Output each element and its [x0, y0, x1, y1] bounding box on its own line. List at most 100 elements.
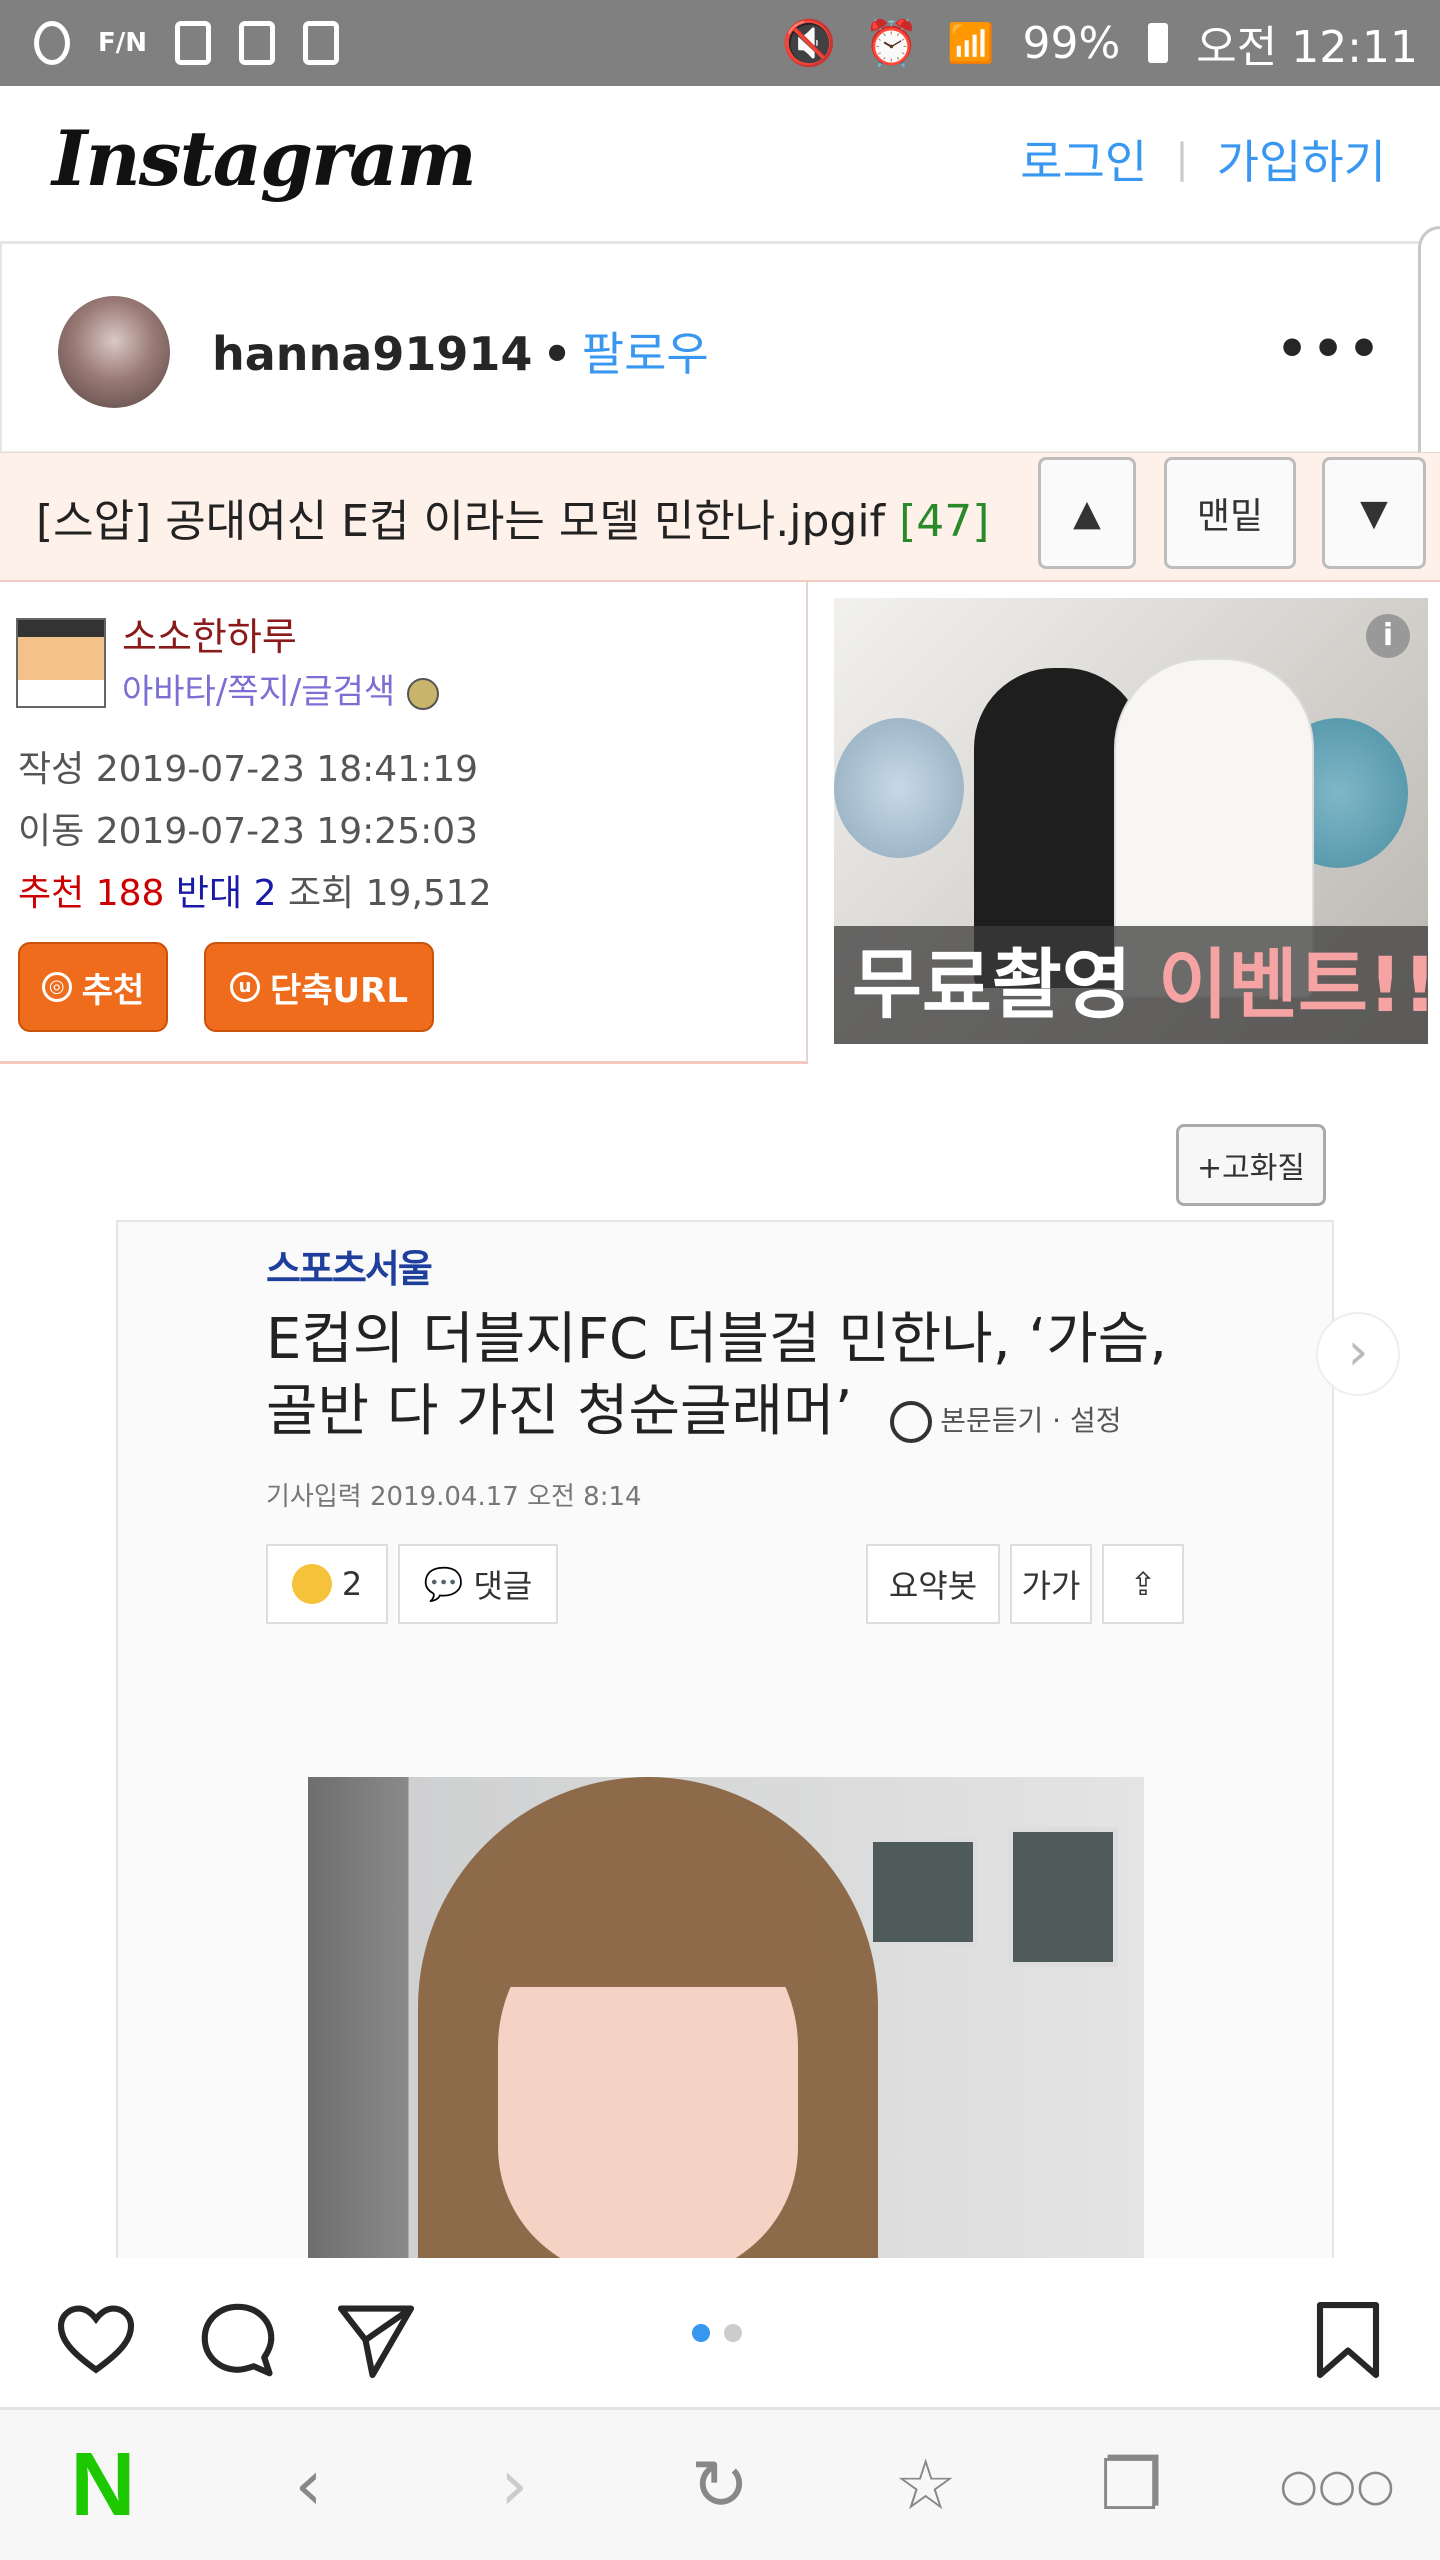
comment-chip-label: 댓글 [473, 1567, 533, 1605]
article-date: 기사입력 2019.04.17 오전 8:14 [266, 1482, 642, 1512]
oppose-count: 2 [253, 873, 277, 914]
listen-control: 본문듣기 · 설정 [890, 1401, 1122, 1443]
author-pixel-avatar [16, 618, 106, 708]
short-url-button-label: 단축URL [269, 970, 408, 1011]
listen-label: 본문듣기 · 설정 [940, 1404, 1122, 1437]
stats-row: 추천 188 반대 2 조회 19,512 [18, 864, 492, 916]
battery-percent: 99% [1022, 17, 1121, 69]
post-title: [스압] 공대여신 E컵 이라는 모델 민한나.jpgif [47] [36, 485, 989, 549]
written-date: 2019-07-23 18:41:19 [95, 749, 479, 790]
recommend-label: 추천 [18, 873, 85, 914]
carousel-dot [724, 2324, 742, 2342]
more-menu-icon[interactable]: ○○○ [1279, 2440, 1394, 2530]
instagram-header: Instagram 로그인 | 가입하기 [0, 86, 1440, 244]
login-link[interactable]: 로그인 [1020, 126, 1147, 192]
moved-date: 2019-07-23 19:25:03 [95, 811, 479, 852]
more-options-icon[interactable]: ••• [1276, 320, 1384, 378]
gallery-icon [175, 21, 212, 65]
heart-icon[interactable] [54, 2298, 138, 2382]
clock: 오전 12:11 [1196, 22, 1418, 73]
alarm-icon: ⏰ [864, 18, 920, 69]
recommend-button-label: 추천 [81, 970, 145, 1011]
views-label: 조회 [287, 873, 355, 914]
naver-home-icon[interactable]: N [58, 2435, 148, 2535]
oppose-label: 반대 [175, 873, 243, 914]
moved-date-row: 이동 2019-07-23 19:25:03 [18, 802, 478, 854]
author-links-text[interactable]: 아바타/쪽지/글검색 [122, 672, 395, 712]
article-photo [308, 1777, 1144, 2258]
reaction-count: 2 [341, 1565, 363, 1603]
fn-icon: F/N [98, 28, 148, 58]
post-author: hanna91914 • 팔로우 [212, 318, 709, 384]
speaker-icon [890, 1401, 933, 1443]
recommend-button[interactable]: ◎ 추천 [18, 942, 168, 1032]
written-date-row: 작성 2019-07-23 18:41:19 [18, 740, 478, 792]
share-send-icon[interactable] [334, 2298, 418, 2382]
ad-caption: 무료촬영 이벤트!! [834, 926, 1428, 1044]
level-badge-icon [407, 677, 440, 710]
article-image: 스포츠서울 E컵의 더블지FC 더블걸 민한나, ‘가슴, 골반 다 가진 청순… [116, 1220, 1334, 2260]
app-icon [34, 21, 70, 65]
battery-icon [1148, 23, 1169, 63]
post-header: hanna91914 • 팔로우 ••• [0, 244, 1420, 452]
post-title-text: [스압] 공대여신 E컵 이라는 모델 민한나.jpgif [36, 496, 886, 547]
carousel-indicator [692, 2324, 742, 2342]
author-info-panel: 소소한하루 아바타/쪽지/글검색 작성 2019-07-23 18:41:19 … [0, 582, 808, 1064]
separator-dot: • [542, 327, 572, 381]
forward-icon[interactable]: › [469, 2440, 559, 2530]
views-count: 19,512 [365, 873, 492, 914]
photo-window [868, 1837, 978, 1947]
url-circle-icon: u [229, 972, 260, 1002]
tablet-icon [239, 21, 276, 65]
short-url-button[interactable]: u 단축URL [204, 942, 434, 1032]
comment-chip: 💬 댓글 [398, 1544, 558, 1624]
board-title-bar: [스압] 공대여신 E컵 이라는 모델 민한나.jpgif [47] ▲ 맨밑 … [0, 452, 1440, 582]
article-headline: E컵의 더블지FC 더블걸 민한나, ‘가슴, 골반 다 가진 청순글래머’ 본… [266, 1304, 1186, 1457]
browser-toolbar: N ‹ › ↻ ☆ ❐ ○○○ [0, 2410, 1440, 2560]
mute-icon: 🔇 [781, 18, 837, 69]
ad-flowers-left [834, 718, 964, 858]
scroll-bottom-button[interactable]: 맨밑 [1164, 457, 1296, 569]
scroll-up-button[interactable]: ▲ [1038, 457, 1136, 569]
avatar[interactable] [58, 296, 170, 408]
written-label: 작성 [18, 749, 85, 790]
photo-window [1008, 1827, 1118, 1967]
recommend-circle-icon: ◎ [41, 972, 72, 1002]
post-actions [0, 2258, 1440, 2410]
carousel-next-icon[interactable]: › [1316, 1312, 1400, 1396]
follow-button[interactable]: 팔로우 [582, 327, 709, 381]
wedding-ad-banner[interactable]: i 무료촬영 이벤트!! [834, 598, 1428, 1044]
back-icon[interactable]: ‹ [264, 2440, 354, 2530]
comment-count[interactable]: [47] [899, 496, 989, 547]
instagram-logo[interactable]: Instagram [52, 114, 477, 203]
tabs-icon[interactable]: ❐ [1086, 2440, 1176, 2530]
moved-label: 이동 [18, 811, 85, 852]
scroll-down-button[interactable]: ▼ [1322, 457, 1426, 569]
sim-icon [303, 21, 340, 65]
refresh-icon[interactable]: ↻ [675, 2440, 765, 2530]
font-size-chip: 가가 [1010, 1544, 1092, 1624]
username-link[interactable]: hanna91914 [212, 327, 532, 381]
ad-caption-white: 무료촬영 [852, 940, 1132, 1029]
article-brand: 스포츠서울 [266, 1247, 433, 1291]
ad-caption-pink: 이벤트!! [1158, 940, 1428, 1029]
smile-emoji-icon [291, 1564, 332, 1604]
author-links[interactable]: 아바타/쪽지/글검색 [122, 664, 440, 713]
reaction-chip: 2 [266, 1544, 388, 1624]
divider: | [1175, 136, 1189, 182]
wifi-icon: 📶 [947, 20, 995, 65]
status-bar: F/N 🔇 ⏰ 📶 99% 오전 12:11 [0, 0, 1440, 86]
signup-link[interactable]: 가입하기 [1217, 126, 1386, 192]
author-nickname[interactable]: 소소한하루 [122, 606, 297, 661]
bookmark-icon[interactable] [1306, 2298, 1390, 2382]
recommend-count: 188 [95, 873, 165, 914]
summary-chip: 요약봇 [866, 1544, 1000, 1624]
comment-icon[interactable] [196, 2298, 280, 2382]
ad-info-icon[interactable]: i [1366, 614, 1410, 658]
high-quality-button[interactable]: +고화질 [1176, 1124, 1326, 1206]
auth-links: 로그인 | 가입하기 [1020, 126, 1386, 192]
speech-bubble-icon: 💬 [423, 1565, 464, 1603]
star-icon[interactable]: ☆ [881, 2440, 971, 2530]
share-icon: ⇪ [1102, 1544, 1184, 1624]
carousel-dot-active [692, 2324, 710, 2342]
